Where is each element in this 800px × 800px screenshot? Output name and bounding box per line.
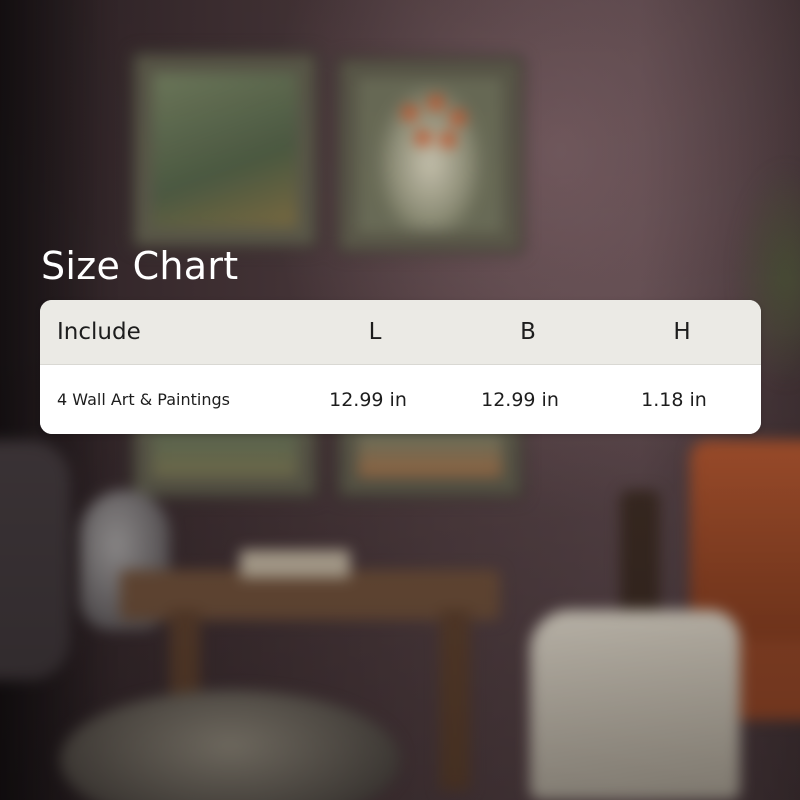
cell-height: 1.18 in: [641, 388, 707, 411]
page-title: Size Chart: [41, 244, 239, 288]
cell-breadth: 12.99 in: [481, 388, 559, 411]
cell-item-name: 4 Wall Art & Paintings: [57, 390, 230, 409]
size-chart-table: Include L B H 4 Wall Art & Paintings 12.…: [40, 300, 761, 434]
cell-length: 12.99 in: [329, 388, 407, 411]
table-header-row: Include L B H: [40, 300, 761, 365]
table-row: 4 Wall Art & Paintings 12.99 in 12.99 in…: [40, 365, 761, 434]
column-header-height: H: [673, 319, 691, 345]
column-header-breadth: B: [520, 319, 536, 345]
column-header-length: L: [368, 319, 382, 345]
column-header-include: Include: [57, 319, 141, 345]
